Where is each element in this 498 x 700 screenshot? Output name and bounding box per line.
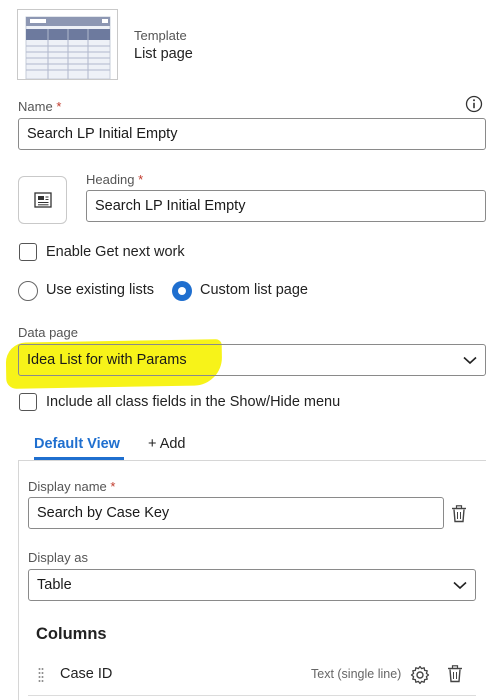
radio-use-existing-lists[interactable] xyxy=(18,281,38,301)
template-label: Template xyxy=(134,28,187,43)
display-name-label-text: Display name xyxy=(28,479,107,494)
template-name: List page xyxy=(134,46,193,62)
get-next-work-checkbox[interactable] xyxy=(19,243,37,261)
include-class-fields-checkbox[interactable] xyxy=(19,393,37,411)
radio-custom-list-page-label: Custom list page xyxy=(200,282,308,298)
name-label-text: Name xyxy=(18,99,53,114)
column-type: Text (single line) xyxy=(311,667,402,681)
heading-label: Heading * xyxy=(86,172,143,187)
required-mark: * xyxy=(138,172,144,187)
info-icon[interactable] xyxy=(465,95,483,113)
chevron-down-icon xyxy=(463,356,477,364)
display-as-value: Table xyxy=(37,577,72,593)
display-as-label: Display as xyxy=(28,550,88,565)
data-page-value: Idea List for with Params xyxy=(27,352,187,368)
columns-title: Columns xyxy=(36,625,107,643)
delete-column-icon[interactable] xyxy=(447,665,463,683)
delete-view-icon[interactable] xyxy=(451,505,467,523)
heading-icon-button[interactable] xyxy=(18,176,67,224)
newspaper-icon xyxy=(33,192,52,208)
drag-handle-icon[interactable] xyxy=(38,667,44,683)
display-name-input[interactable]: Search by Case Key xyxy=(28,497,444,529)
display-as-select[interactable]: Table xyxy=(28,569,476,601)
name-input[interactable]: Search LP Initial Empty xyxy=(18,118,486,150)
required-mark: * xyxy=(110,479,116,494)
template-thumbnail[interactable] xyxy=(17,9,118,80)
chevron-down-icon xyxy=(453,581,467,589)
heading-input-value: Search LP Initial Empty xyxy=(95,198,246,214)
radio-custom-list-page[interactable] xyxy=(172,281,192,301)
heading-label-text: Heading xyxy=(86,172,135,187)
name-label: Name * xyxy=(18,99,61,114)
view-panel-border xyxy=(18,461,19,700)
tab-add[interactable]: + Add xyxy=(148,436,186,452)
table-row: Case ID Text (single line) xyxy=(28,655,476,695)
display-name-label: Display name * xyxy=(28,479,115,494)
radio-use-existing-lists-label: Use existing lists xyxy=(46,282,154,298)
row-divider xyxy=(28,695,476,696)
tab-default-view[interactable]: Default View xyxy=(34,436,120,452)
gear-icon[interactable] xyxy=(410,665,430,685)
required-mark: * xyxy=(56,99,62,114)
name-input-value: Search LP Initial Empty xyxy=(27,126,178,142)
display-name-value: Search by Case Key xyxy=(37,505,170,521)
column-name: Case ID xyxy=(60,666,113,682)
data-page-select[interactable]: Idea List for with Params xyxy=(18,344,486,376)
include-class-fields-label: Include all class fields in the Show/Hid… xyxy=(46,394,341,410)
get-next-work-label: Enable Get next work xyxy=(46,244,185,260)
heading-input[interactable]: Search LP Initial Empty xyxy=(86,190,486,222)
active-tab-indicator xyxy=(34,457,124,460)
tab-divider xyxy=(18,460,486,461)
table-template-icon xyxy=(25,16,111,80)
data-page-label: Data page xyxy=(18,325,78,340)
